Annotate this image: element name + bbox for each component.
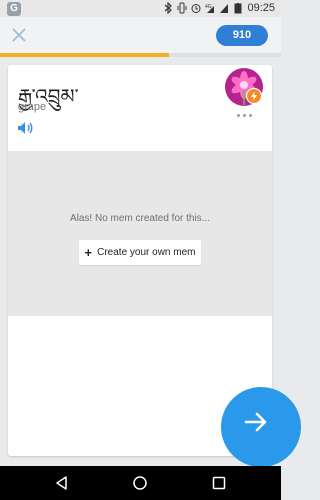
battery-icon [234, 3, 242, 14]
status-time: 09:25 [247, 2, 275, 14]
arrow-right-icon [244, 412, 267, 432]
session-progress-bar [0, 53, 281, 57]
svg-text:4G: 4G [205, 4, 212, 10]
signal-4g-icon: 4G [205, 4, 214, 13]
home-icon[interactable] [132, 475, 148, 491]
signal-icon [220, 4, 228, 13]
system-nav-bar [0, 466, 281, 500]
status-bar: G 4G 09:25 [0, 0, 281, 17]
audio-speaker-icon[interactable] [17, 121, 35, 135]
google-app-icon: G [7, 2, 21, 16]
create-mem-label: Create your own mem [97, 247, 196, 258]
more-options-icon[interactable] [237, 114, 252, 117]
back-icon[interactable] [54, 475, 70, 491]
word-meaning: grape [18, 101, 47, 113]
recents-icon[interactable] [211, 475, 227, 491]
create-mem-button[interactable]: + Create your own mem [79, 240, 201, 265]
session-header: 910 [0, 17, 281, 53]
vibrate-icon [177, 2, 187, 14]
alarm-icon [191, 4, 201, 13]
flower-avatar-icon[interactable] [224, 67, 264, 107]
status-icons: 4G [163, 2, 243, 14]
plus-icon: + [84, 244, 93, 260]
score-badge: 910 [216, 25, 268, 46]
mem-area: Alas! No mem created for this... + Creat… [8, 151, 272, 316]
session-progress-fill [0, 53, 169, 57]
bluetooth-icon [164, 2, 172, 14]
no-mem-message: Alas! No mem created for this... [69, 213, 211, 224]
next-button[interactable] [221, 387, 301, 467]
close-icon[interactable] [10, 26, 28, 44]
